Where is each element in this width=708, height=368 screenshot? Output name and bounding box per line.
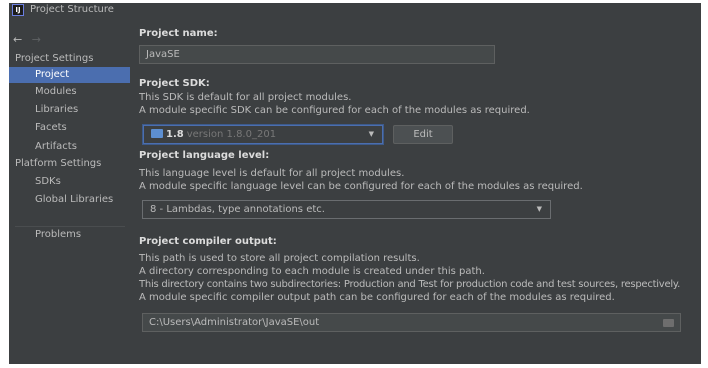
sidebar-header-platform-settings: Platform Settings <box>15 158 102 169</box>
window-title: Project Structure <box>30 4 114 15</box>
sidebar-item-facets[interactable]: Facets <box>9 120 130 136</box>
sidebar-item-artifacts[interactable]: Artifacts <box>9 139 130 155</box>
project-sdk-desc-1: This SDK is default for all project modu… <box>139 92 352 103</box>
project-sdk-desc-2: A module specific SDK can be configured … <box>139 105 530 116</box>
sdk-name: 1.8 <box>166 129 184 140</box>
project-name-label: Project name: <box>139 28 218 39</box>
project-settings-panel: Project name: JavaSE Project SDK: This S… <box>130 17 701 364</box>
project-sdk-dropdown[interactable]: 1.8 version 1.8.0_201 ▼ <box>143 125 383 144</box>
folder-browse-icon[interactable] <box>663 319 674 327</box>
language-level-desc-1: This language level is default for all p… <box>139 168 405 179</box>
language-level-label: Project language level: <box>139 150 270 161</box>
dropdown-arrow-icon: ▼ <box>368 130 374 138</box>
compiler-output-desc-3: This directory contains two subdirectori… <box>139 279 681 290</box>
language-level-value: 8 - Lambdas, type annotations etc. <box>150 204 325 215</box>
compiler-output-label: Project compiler output: <box>139 236 277 247</box>
sidebar-item-sdks[interactable]: SDKs <box>9 174 130 190</box>
compiler-output-path-input[interactable]: C:\Users\Administrator\JavaSE\out <box>142 313 681 332</box>
sidebar-item-problems[interactable]: Problems <box>9 227 130 243</box>
nav-arrows: ← → <box>13 33 41 46</box>
sidebar-item-project[interactable]: Project <box>9 67 130 83</box>
compiler-output-desc-4: A module specific compiler output path c… <box>139 292 615 303</box>
sidebar-item-modules[interactable]: Modules <box>9 84 130 100</box>
sdk-version: version 1.8.0_201 <box>186 129 277 140</box>
project-structure-window: IJ Project Structure ← → Project Setting… <box>9 3 701 364</box>
back-arrow-icon[interactable]: ← <box>13 33 22 46</box>
sidebar-item-libraries[interactable]: Libraries <box>9 102 130 118</box>
project-name-input[interactable]: JavaSE <box>139 45 495 64</box>
compiler-output-desc-2: A directory corresponding to each module… <box>139 266 485 277</box>
sidebar-header-project-settings: Project Settings <box>15 53 94 64</box>
sidebar-item-global-libraries[interactable]: Global Libraries <box>9 192 130 208</box>
edit-sdk-button[interactable]: Edit <box>393 125 453 144</box>
language-level-dropdown[interactable]: 8 - Lambdas, type annotations etc. ▼ <box>142 200 551 219</box>
forward-arrow-icon[interactable]: → <box>32 33 41 46</box>
compiler-output-path: C:\Users\Administrator\JavaSE\out <box>149 317 320 328</box>
sdk-folder-icon <box>151 129 163 138</box>
idea-app-icon: IJ <box>12 4 24 16</box>
project-sdk-label: Project SDK: <box>139 78 210 89</box>
compiler-output-desc-1: This path is used to store all project c… <box>139 253 420 264</box>
dropdown-arrow-icon: ▼ <box>536 205 542 213</box>
sidebar: ← → Project Settings Project Modules Lib… <box>9 17 130 364</box>
title-bar: IJ Project Structure <box>9 3 701 17</box>
language-level-desc-2: A module specific language level can be … <box>139 181 583 192</box>
